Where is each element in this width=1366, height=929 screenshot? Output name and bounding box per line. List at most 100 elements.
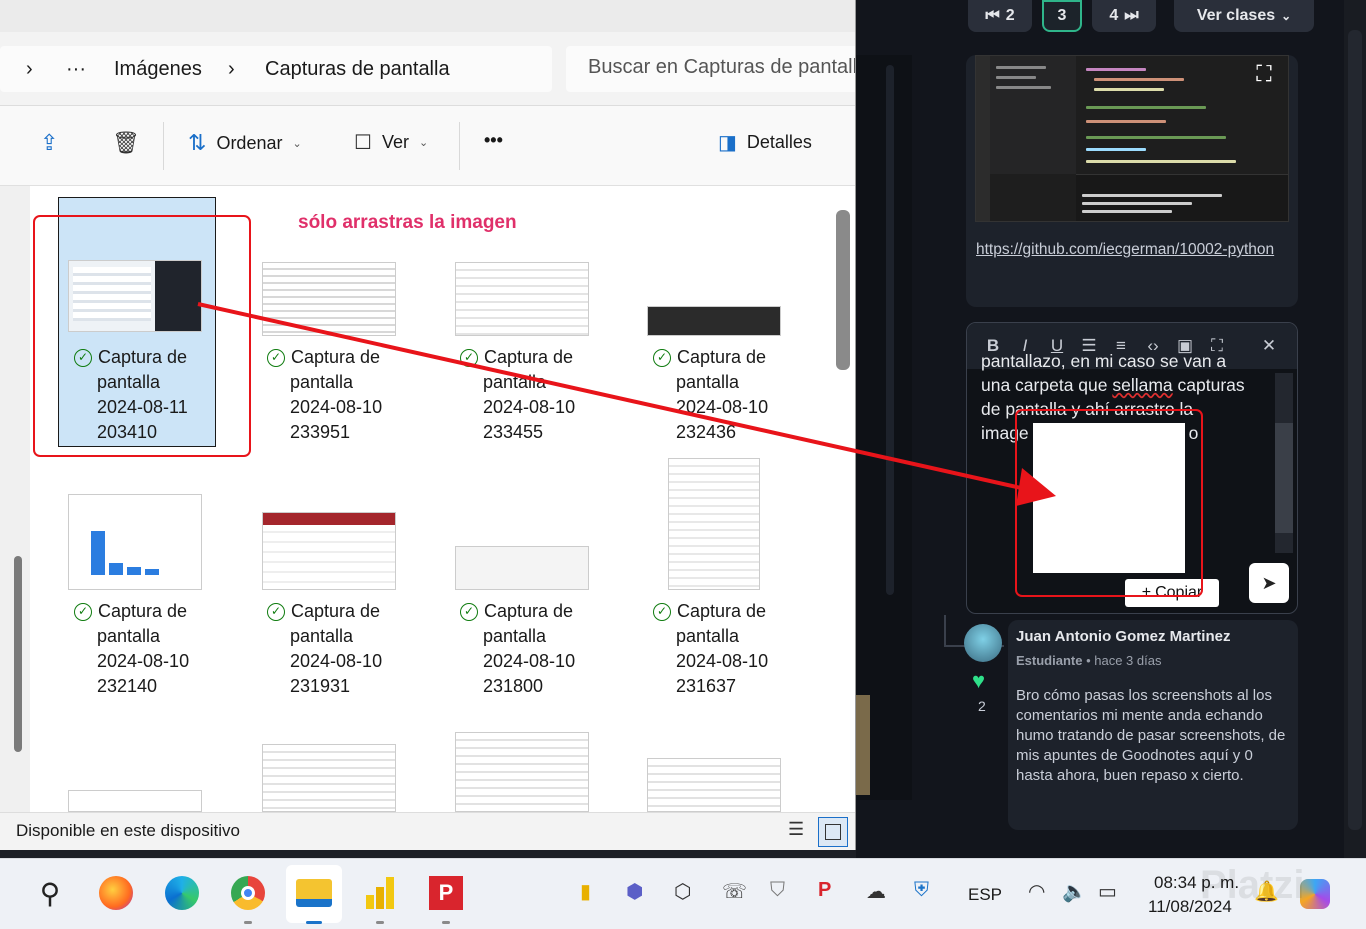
thumbnail-view-icon[interactable] [818,817,848,847]
avatar[interactable] [964,624,1002,662]
like-count: 2 [978,698,986,714]
nav-pane-scroll[interactable] [0,186,30,812]
file-thumbnail[interactable] [455,732,589,812]
plus-icon: + [1141,584,1152,601]
edge-icon[interactable] [162,873,202,913]
file-thumbnail[interactable] [455,546,589,590]
content-scrollbar[interactable] [836,210,850,370]
share-icon: ⇪ [40,130,59,155]
status-text: Disponible en este dispositivo [16,821,240,840]
file-thumbnail[interactable] [262,744,396,812]
shield-icon[interactable]: ⛉ [770,879,785,902]
annotation-note: sólo arrastras la imagen [298,212,517,233]
view-classes-button[interactable]: Ver clases ⌄ [1174,0,1314,32]
skip-forward-icon: ⏭ [1124,7,1139,24]
file-thumbnail[interactable] [262,512,396,590]
power-bi-tray-icon[interactable]: ▮ [580,879,591,904]
sort-button[interactable]: ⇅ Ordenar ⌄ [188,130,302,156]
onedrive-icon[interactable]: ☁ [866,879,886,904]
defender-icon[interactable]: ⛨ [914,879,929,902]
platzi-watermark: Platzi [1200,863,1305,907]
file-label[interactable]: ✓ Captura de pantalla 2024-08-11 203410 [74,345,188,445]
file-label[interactable]: ✓ Captura de pantalla 2024-08-10 231800 [460,599,575,699]
details-button[interactable]: ◨ Detalles [718,130,812,155]
file-explorer-window: › ··· Imágenes › Capturas de pantalla Bu… [0,0,856,850]
file-thumbnail[interactable] [68,494,202,590]
send-icon: ➤ [1261,572,1277,593]
status-bar: Disponible en este dispositivo ☰ [0,812,855,850]
copilot-icon[interactable] [1300,879,1330,909]
chrome-icon[interactable] [228,873,268,913]
view-button[interactable]: ☐ Ver ⌄ [354,130,428,155]
chevron-right-icon[interactable]: › [26,58,33,81]
heart-icon[interactable]: ♥ [972,668,985,694]
power-bi-icon[interactable] [360,873,400,913]
comment-author[interactable]: Juan Antonio Gomez Martinez [1016,628,1230,645]
share-button[interactable]: ⇪ [40,130,58,156]
address-bar: › ··· Imágenes › Capturas de pantalla Bu… [0,34,855,106]
comment-editor[interactable]: B I U ☰ ≡ ‹› ▣ ⛶ ✕ pantallazo, en mi cas… [966,322,1298,614]
synced-check-icon: ✓ [267,349,285,367]
platzi-window: ⏮ 2 3 4 ⏭ Ver clases ⌄ ⛶ https://github.com… [856,0,1366,858]
chevron-right-icon[interactable]: › [228,58,235,81]
search-input[interactable]: Buscar en Capturas de pantalla [566,46,855,92]
prev-page-button[interactable]: ⏮ 2 [968,0,1032,32]
more-options-button[interactable]: ••• [484,130,503,151]
file-label[interactable]: ✓ Captura de pantalla 2024-08-10 233455 [460,345,575,445]
synced-check-icon: ✓ [460,349,478,367]
sort-icon: ⇅ [188,130,207,155]
file-label[interactable]: ✓ Captura de pantalla 2024-08-10 231931 [267,599,382,699]
send-button[interactable]: ➤ [1249,563,1289,603]
breadcrumb-capturas[interactable]: Capturas de pantalla [265,58,450,81]
file-label[interactable]: ✓ Captura de pantalla 2024-08-10 232140 [74,599,189,699]
breadcrumb-imagenes[interactable]: Imágenes [114,58,202,81]
side-strip [856,55,912,800]
file-thumbnail[interactable] [647,306,781,336]
file-thumbnail[interactable] [68,790,202,812]
platzi-app-icon[interactable]: P [426,873,466,913]
battery-icon[interactable]: ▭ [1098,879,1117,904]
file-thumbnail[interactable] [647,758,781,812]
synced-check-icon: ✓ [460,603,478,621]
current-page-button[interactable]: 3 [1042,0,1082,32]
file-thumbnail[interactable] [455,262,589,336]
delete-button[interactable]: 🗑 [112,130,140,156]
security-tray-icon[interactable]: ⬡ [674,879,691,904]
page-scrollbar[interactable] [1344,0,1366,858]
wifi-icon[interactable]: ◠ [1028,879,1045,904]
file-thumbnail[interactable] [262,262,396,336]
breadcrumb-more[interactable]: ··· [66,58,86,81]
synced-check-icon: ✓ [653,603,671,621]
details-pane-icon: ◨ [718,132,737,154]
chevron-down-icon: ⌄ [1281,9,1292,23]
trash-icon: 🗑 [112,130,140,155]
github-link[interactable]: https://github.com/iecgerman/10002-pytho… [976,240,1296,260]
file-thumbnail[interactable] [668,458,760,590]
taskbar: ⚲ P ▮ ⬢ ⬡ ☏ ⛉ P ☁ ⛨ ESP ◠ 🔈 ▭ 08:34 p. m… [0,858,1366,929]
platzi-tray-icon[interactable]: P [818,879,831,902]
breadcrumb[interactable]: › ··· Imágenes › Capturas de pantalla [0,46,552,92]
file-label[interactable]: ✓ Captura de pantalla 2024-08-10 231637 [653,599,768,699]
file-thumbnail[interactable] [68,260,202,332]
editor-scrollbar[interactable] [1275,373,1293,553]
language-indicator[interactable]: ESP [968,885,1002,905]
comment-body: Bro cómo pasas los screenshots al los co… [1016,687,1286,784]
teams-icon[interactable]: ⬢ [626,879,643,904]
pasted-image[interactable] [1033,423,1185,573]
volume-icon[interactable]: 🔈 [1062,879,1087,904]
network-adapter-icon[interactable]: ☏ [722,879,747,904]
file-label[interactable]: ✓ Captura de pantalla 2024-08-10 233951 [267,345,382,445]
file-explorer-icon[interactable] [294,873,334,913]
list-view-icon[interactable]: ☰ [788,819,810,843]
copy-button[interactable]: + Copiar [1125,579,1219,607]
search-icon[interactable]: ⚲ [30,873,70,913]
command-bar: ⇪ 🗑 ⇅ Ordenar ⌄ ☐ Ver ⌄ ••• ◨ Detalles [0,106,855,186]
chevron-down-icon: ⌄ [418,137,429,149]
file-label[interactable]: ✓ Captura de pantalla 2024-08-10 232436 [653,345,768,445]
fullscreen-icon[interactable]: ⛶ [1252,62,1276,86]
next-page-button[interactable]: 4 ⏭ [1092,0,1156,32]
firefox-icon[interactable] [96,873,136,913]
synced-check-icon: ✓ [74,603,92,621]
code-screenshot-image[interactable]: ⛶ [975,55,1289,222]
synced-check-icon: ✓ [74,349,92,367]
